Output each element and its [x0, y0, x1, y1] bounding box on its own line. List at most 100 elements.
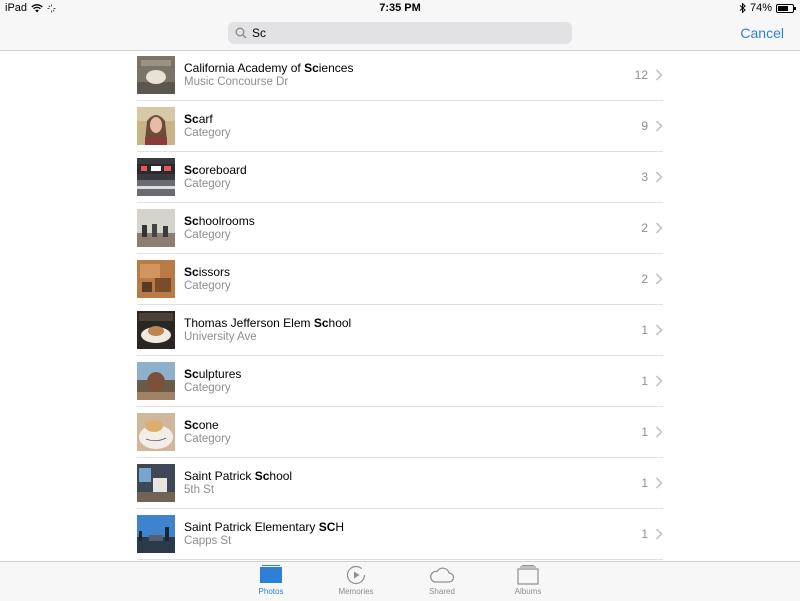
- title-prefix: Thomas Jefferson Elem: [184, 316, 314, 330]
- result-row[interactable]: Scissors Category 2: [137, 254, 663, 305]
- result-title: California Academy of Sciences: [184, 61, 353, 75]
- search-bar-area: Cancel: [0, 16, 800, 51]
- result-thumbnail: [137, 311, 175, 349]
- title-prefix: California Academy of: [184, 61, 305, 75]
- result-thumbnail: [137, 260, 175, 298]
- result-title: Scissors: [184, 265, 230, 279]
- result-subtitle: Category: [184, 178, 231, 190]
- result-subtitle: Music Concourse Dr: [184, 76, 289, 88]
- result-subtitle: Category: [184, 280, 231, 292]
- result-count: 1: [641, 374, 648, 388]
- chevron-right-icon: [655, 477, 663, 489]
- chevron-right-icon: [655, 273, 663, 285]
- chevron-right-icon: [655, 528, 663, 540]
- result-title: Scone: [184, 418, 219, 432]
- tab-shared[interactable]: Shared: [407, 565, 477, 596]
- result-row[interactable]: Saint Patrick School 5th St 1: [137, 458, 663, 509]
- albums-icon: [517, 565, 539, 585]
- result-row[interactable]: Schoolrooms Category 2: [137, 203, 663, 254]
- chevron-right-icon: [655, 375, 663, 387]
- title-highlight: Sc: [304, 61, 319, 75]
- title-highlight: Sc: [184, 163, 199, 177]
- title-highlight: Sc: [184, 214, 199, 228]
- tab-photos[interactable]: Photos: [236, 565, 306, 596]
- result-count: 1: [641, 425, 648, 439]
- cloud-icon: [430, 567, 455, 583]
- result-subtitle: Category: [184, 382, 231, 394]
- search-results-list: California Academy of Sciences Music Conc…: [137, 50, 663, 560]
- status-right: 74%: [739, 2, 796, 14]
- tab-label: Albums: [514, 587, 542, 596]
- result-row[interactable]: California Academy of Sciences Music Conc…: [137, 50, 663, 101]
- result-count: 2: [641, 272, 648, 286]
- chevron-right-icon: [655, 426, 663, 438]
- title-prefix: Saint Patrick: [184, 469, 255, 483]
- title-suffix: iences: [318, 61, 354, 75]
- title-suffix: ulptures: [198, 367, 242, 381]
- result-subtitle: Category: [184, 433, 231, 445]
- result-count: 2: [641, 221, 648, 235]
- title-suffix: arf: [198, 112, 213, 126]
- result-row[interactable]: Thomas Jefferson Elem School University A…: [137, 305, 663, 356]
- result-thumbnail: [137, 515, 175, 553]
- photos-icon: [260, 565, 282, 583]
- memories-icon: [346, 565, 366, 585]
- title-highlight: SC: [318, 520, 336, 534]
- result-subtitle: Category: [184, 229, 231, 241]
- result-title: Scarf: [184, 112, 213, 126]
- result-count: 9: [641, 119, 648, 133]
- result-title: Thomas Jefferson Elem School: [184, 316, 351, 330]
- title-highlight: Sc: [184, 418, 199, 432]
- title-highlight: Sc: [184, 265, 199, 279]
- result-thumbnail: [137, 362, 175, 400]
- title-highlight: Sc: [184, 367, 199, 381]
- result-thumbnail: [137, 107, 175, 145]
- tab-bar: Photos Memories Shared Albums: [0, 561, 800, 601]
- result-title: Sculptures: [184, 367, 241, 381]
- chevron-right-icon: [655, 324, 663, 336]
- tab-label: Shared: [429, 587, 455, 596]
- battery-icon: [776, 3, 796, 13]
- tab-memories[interactable]: Memories: [321, 565, 391, 596]
- result-row[interactable]: Sculptures Category 1: [137, 356, 663, 407]
- result-title: Saint Patrick School: [184, 469, 292, 483]
- result-row[interactable]: Saint Patrick Elementary SCH Capps St 1: [137, 509, 663, 560]
- chevron-right-icon: [655, 69, 663, 81]
- chevron-right-icon: [655, 222, 663, 234]
- search-field[interactable]: [228, 22, 572, 44]
- search-input[interactable]: [252, 26, 552, 40]
- cancel-button[interactable]: Cancel: [740, 25, 784, 41]
- title-suffix: oreboard: [198, 163, 247, 177]
- result-row[interactable]: Scarf Category 9: [137, 101, 663, 152]
- title-suffix: hoolrooms: [198, 214, 255, 228]
- result-thumbnail: [137, 158, 175, 196]
- result-count: 12: [634, 68, 648, 82]
- result-title: Saint Patrick Elementary SCH: [184, 520, 344, 534]
- title-suffix: one: [198, 418, 219, 432]
- result-subtitle: 5th St: [184, 484, 215, 496]
- result-title: Schoolrooms: [184, 214, 255, 228]
- title-suffix: issors: [198, 265, 231, 279]
- result-count: 1: [641, 476, 648, 490]
- result-thumbnail: [137, 464, 175, 502]
- result-row[interactable]: Scoreboard Category 3: [137, 152, 663, 203]
- bluetooth-icon: [739, 3, 746, 13]
- chevron-right-icon: [655, 120, 663, 132]
- battery-percent: 74%: [749, 2, 772, 14]
- tab-albums[interactable]: Albums: [493, 565, 563, 596]
- result-subtitle: Capps St: [184, 535, 232, 547]
- status-bar: iPad 7:35 PM 74%: [0, 0, 800, 16]
- chevron-right-icon: [655, 171, 663, 183]
- result-row[interactable]: Scone Category 1: [137, 407, 663, 458]
- title-highlight: Sc: [254, 469, 270, 483]
- result-thumbnail: [137, 209, 175, 247]
- result-count: 3: [641, 170, 648, 184]
- result-thumbnail: [137, 413, 175, 451]
- tab-label: Memories: [338, 587, 374, 596]
- title-prefix: Saint Patrick Elementary: [184, 520, 319, 534]
- title-suffix: hool: [328, 316, 352, 330]
- result-thumbnail: [137, 56, 175, 94]
- result-title: Scoreboard: [184, 163, 247, 177]
- result-subtitle: Category: [184, 127, 231, 139]
- title-highlight: Sc: [184, 112, 199, 126]
